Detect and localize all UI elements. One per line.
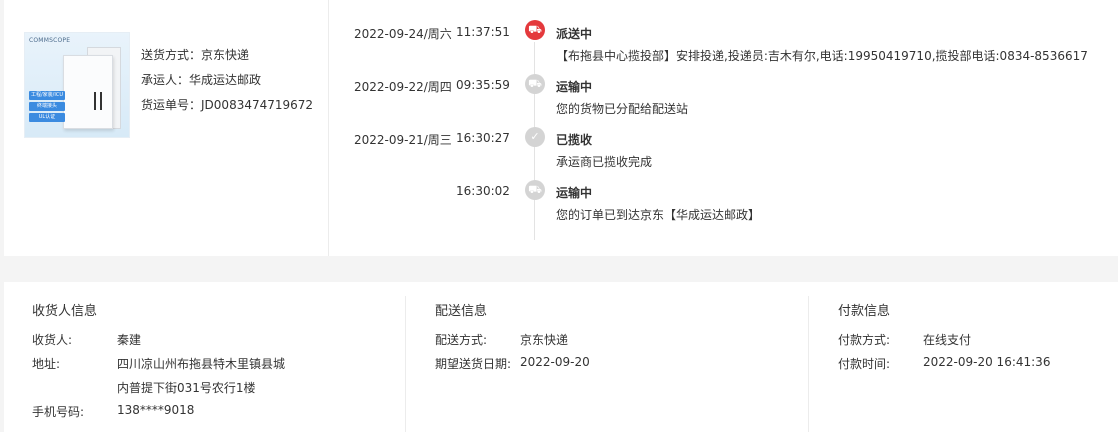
section-divider (808, 296, 809, 432)
consignee-address-line2: 内普提下街031号农行1楼 (117, 381, 256, 395)
timeline-description: 【布拖县中心揽投部】安排投递,投递员:吉木有尔,电话:19950419710,揽… (556, 49, 1088, 63)
tracking-number: 货运单号：JD0083474719672 (141, 96, 313, 113)
carrier-value: 华成运达邮政 (189, 73, 262, 87)
timeline-status: 运输中 (556, 80, 593, 94)
pickup-icon: ✓ (525, 127, 545, 147)
transit-truck-icon: ⛟ (525, 180, 545, 200)
consignee-phone-value: 138****9018 (117, 403, 195, 417)
timeline-description: 您的订单已到达京东【华成运达邮政】 (556, 208, 761, 222)
section-divider (405, 296, 406, 432)
section-divider (328, 0, 329, 256)
thumbnail-tag: UL认证 (29, 113, 65, 122)
timeline-date: 2022-09-22/周四 (354, 80, 452, 94)
tracking-number-value[interactable]: JD0083474719672 (201, 98, 313, 112)
timeline-time: 16:30:02 (456, 184, 510, 198)
timeline-date: 2022-09-24/周六 (354, 27, 452, 41)
timeline-date: 2022-09-21/周三 (354, 133, 452, 147)
timeline-time: 09:35:59 (456, 78, 510, 92)
payment-method-value: 在线支付 (923, 333, 972, 347)
timeline-description: 您的货物已分配给配送站 (556, 102, 689, 116)
timeline-description: 承运商已揽收完成 (556, 155, 653, 169)
shipping-method-value: 京东快递 (201, 48, 250, 62)
product-box-front (63, 55, 113, 129)
consignee-address-label: 地址: (32, 357, 61, 371)
delivery-method-value: 京东快递 (520, 333, 569, 347)
delivery-title: 配送信息 (435, 304, 488, 319)
consignee-name-value: 秦建 (117, 333, 142, 347)
expected-date-value: 2022-09-20 (520, 355, 590, 369)
consignee-phone-label: 手机号码: (32, 405, 85, 419)
payment-method-label: 付款方式: (838, 333, 891, 347)
timeline-time: 16:30:27 (456, 131, 510, 145)
thumbnail-tag: 工程/家装/ICU (29, 91, 65, 100)
expected-date-label: 期望送货日期: (435, 357, 512, 371)
thumbnail-tag: 终端接头 (29, 102, 65, 111)
delivery-truck-icon: ⛟ (525, 20, 545, 40)
timeline-status: 已揽收 (556, 133, 593, 147)
timeline-status: 运输中 (556, 186, 593, 200)
tracking-number-label: 货运单号： (141, 98, 202, 112)
transit-truck-icon: ⛟ (525, 74, 545, 94)
shipping-method-label: 送货方式： (141, 48, 202, 62)
order-info-panel: 收货人信息 收货人: 秦建 地址: 四川凉山州布拖县特木里镇县城 内普提下街03… (4, 282, 1118, 432)
delivery-method-label: 配送方式: (435, 333, 488, 347)
timeline-status: 派送中 (556, 27, 593, 41)
consignee-name-label: 收货人: (32, 333, 73, 347)
payment-time-label: 付款时间: (838, 357, 891, 371)
consignee-address-line1: 四川凉山州布拖县特木里镇县城 (117, 357, 286, 371)
shipping-method: 送货方式：京东快递 (141, 46, 249, 63)
carrier-label: 承运人： (141, 73, 190, 87)
tracking-panel: COMMSCOPE 工程/家装/ICU 终端接头 UL认证 送货方式：京东快递 … (4, 0, 1118, 256)
product-thumbnail[interactable]: COMMSCOPE 工程/家装/ICU 终端接头 UL认证 (24, 32, 130, 138)
payment-title: 付款信息 (838, 304, 891, 319)
payment-time-value: 2022-09-20 16:41:36 (923, 355, 1051, 369)
timeline-time: 11:37:51 (456, 25, 510, 39)
carrier: 承运人：华成运达邮政 (141, 71, 261, 88)
consignee-title: 收货人信息 (32, 304, 98, 319)
thumbnail-brand-text: COMMSCOPE (29, 37, 71, 44)
